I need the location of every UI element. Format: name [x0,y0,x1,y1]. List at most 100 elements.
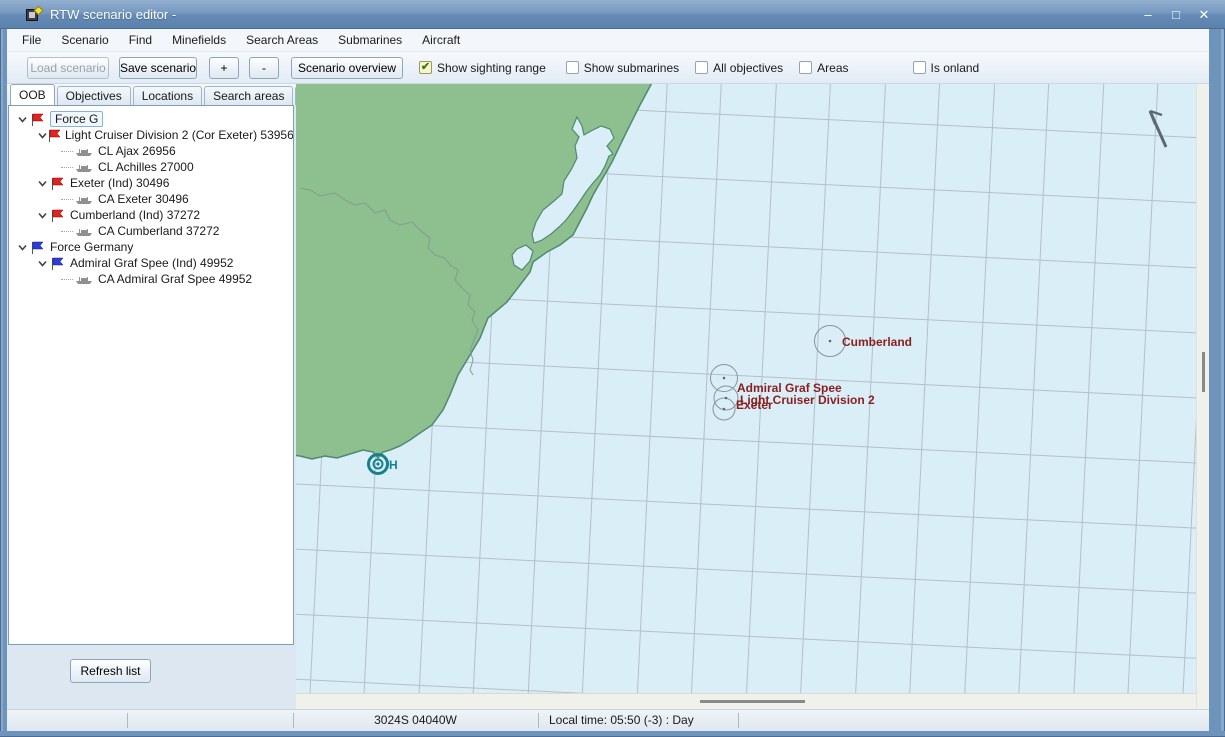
oob-tree[interactable]: Force G Light Cruiser Division 2 (Cor Ex… [8,105,294,645]
checkbox-label: All objectives [713,61,783,75]
status-separator [738,713,739,728]
title-bar[interactable]: RTW scenario editor - – □ ✕ [0,0,1225,29]
port-marker[interactable]: H [369,455,398,474]
menu-minefields[interactable]: Minefields [162,29,236,51]
chevron-down-icon[interactable] [37,210,51,221]
ship-icon [76,275,94,284]
areas-checkbox[interactable]: Areas [799,61,848,75]
rtw-scenario-editor-window: { "window": { "title": "RTW scenario edi… [0,0,1225,737]
checkbox-label: Areas [817,61,848,75]
tree-label: Light Cruiser Division 2 (Cor Exeter) 53… [65,128,294,142]
tree-label: CA Exeter 30496 [98,192,189,206]
chevron-down-icon[interactable] [37,258,51,269]
blue-flag-icon [51,257,66,270]
close-button[interactable]: ✕ [1195,7,1213,23]
menu-bar: File Scenario Find Minefields Search Are… [7,29,1209,52]
contact-label-cumberland[interactable]: Cumberland [842,335,912,349]
blue-flag-icon [31,241,46,254]
show-submarines-checkbox[interactable]: Show submarines [566,61,679,75]
left-panel: OOB Objectives Locations Search areas S … [7,84,296,709]
checkbox-box [913,61,926,74]
map-canvas[interactable]: H Cumberland Admiral Graf Spee Light Cru… [296,84,1196,693]
tree-label: CL Achilles 27000 [98,160,194,174]
checkbox-box [566,61,579,74]
ship-icon [76,163,94,172]
tree-connector [61,279,73,280]
zoom-in-button[interactable]: + [209,57,239,79]
menu-scenario[interactable]: Scenario [51,29,118,51]
menu-find[interactable]: Find [119,29,162,51]
all-objectives-checkbox[interactable]: All objectives [695,61,783,75]
status-bar: 3024S 04040W Local time: 05:50 (-3) : Da… [7,709,1209,731]
map-vertical-scrollbar[interactable] [1196,84,1209,709]
is-onland-checkbox[interactable]: Is onland [913,61,980,75]
tree-label: Cumberland (Ind) 37272 [70,208,200,222]
tab-objectives[interactable]: Objectives [57,86,131,105]
menu-submarines[interactable]: Submarines [328,29,412,51]
tree-row-exeter-force[interactable]: Exeter (Ind) 30496 [9,175,293,191]
contact-label-exeter[interactable]: Exeter [736,398,773,412]
zoom-out-button[interactable]: - [249,57,279,79]
red-flag-icon [31,113,46,126]
tab-oob[interactable]: OOB [10,84,55,105]
window-border-bottom [0,731,1225,737]
tree-label: Force G [50,111,103,127]
tree-row-force-germany[interactable]: Force Germany [9,239,293,255]
checkbox-box [799,61,812,74]
tree-connector [61,231,73,232]
chevron-down-icon[interactable] [17,242,31,253]
map-horizontal-scrollbar[interactable] [296,693,1196,709]
refresh-list-button[interactable]: Refresh list [70,659,151,683]
load-scenario-button[interactable]: Load scenario [27,57,109,79]
red-flag-icon [51,177,66,190]
tree-label: CL Ajax 26956 [98,144,176,158]
maximize-button[interactable]: □ [1167,7,1185,22]
ship-icon [76,147,94,156]
ship-icon [76,227,94,236]
tree-row-cl-ajax[interactable]: CL Ajax 26956 [9,143,293,159]
tree-label: Exeter (Ind) 30496 [70,176,169,190]
tree-label: CA Admiral Graf Spee 49952 [98,272,252,286]
tree-row-ca-cumberland[interactable]: CA Cumberland 37272 [9,223,293,239]
tree-connector [61,151,73,152]
chevron-down-icon[interactable] [37,130,48,141]
map-column: H Cumberland Admiral Graf Spee Light Cru… [296,84,1196,709]
tab-locations[interactable]: Locations [133,86,202,105]
menu-aircraft[interactable]: Aircraft [412,29,470,51]
save-scenario-button[interactable]: Save scenario [119,57,197,79]
show-sighting-range-checkbox[interactable]: ✔ Show sighting range [419,61,546,75]
minimize-button[interactable]: – [1139,7,1157,22]
tree-row-cumberland-force[interactable]: Cumberland (Ind) 37272 [9,207,293,223]
tree-row-force-g[interactable]: Force G [9,111,293,127]
window-border-right [1209,29,1225,737]
red-flag-icon [48,129,61,142]
menu-file[interactable]: File [12,29,51,51]
menu-search-areas[interactable]: Search Areas [236,29,328,51]
checkbox-box [695,61,708,74]
chevron-down-icon[interactable] [37,178,51,189]
tree-label: Admiral Graf Spee (Ind) 49952 [70,256,233,270]
tree-row-ca-graf-spee[interactable]: CA Admiral Graf Spee 49952 [9,271,293,287]
tree-row-ca-exeter[interactable]: CA Exeter 30496 [9,191,293,207]
vertical-scroll-thumb[interactable] [1202,352,1205,392]
status-coordinates: 3024S 04040W [293,710,538,731]
tree-connector [61,167,73,168]
chevron-down-icon[interactable] [17,114,31,125]
ship-icon [76,195,94,204]
window-border-left [0,29,7,737]
status-local-time: Local time: 05:50 (-3) : Day [549,710,694,731]
toolbar: Load scenario Save scenario + - Scenario… [7,52,1209,84]
status-separator [538,713,539,728]
tree-row-lcd2[interactable]: Light Cruiser Division 2 (Cor Exeter) 53… [9,127,293,143]
tree-row-graf-spee-force[interactable]: Admiral Graf Spee (Ind) 49952 [9,255,293,271]
checkbox-check-icon: ✔ [419,61,432,74]
scenario-overview-button[interactable]: Scenario overview [291,57,403,79]
tab-search-areas[interactable]: Search areas [204,86,293,105]
tree-label: Force Germany [50,240,133,254]
tree-connector [61,199,73,200]
checkbox-label: Show sighting range [437,61,546,75]
tree-row-cl-achilles[interactable]: CL Achilles 27000 [9,159,293,175]
status-separator [127,713,128,728]
horizontal-scroll-thumb[interactable] [700,700,805,703]
port-label: H [389,458,398,472]
